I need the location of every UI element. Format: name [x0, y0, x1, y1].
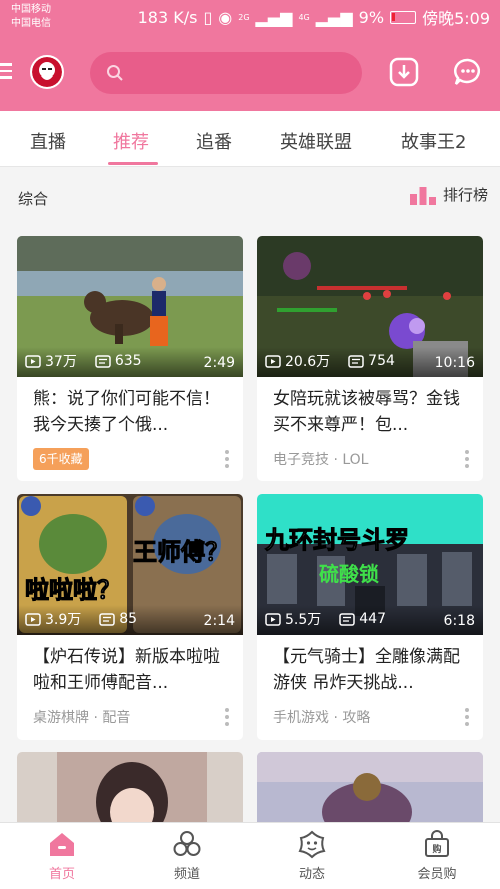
nav-channel[interactable]: 频道: [147, 829, 227, 882]
tab-story-king[interactable]: 故事王2: [401, 128, 466, 154]
video-thumbnail: [257, 752, 483, 832]
video-thumbnail: 20.6万 754 10:16: [257, 236, 483, 377]
favorites-badge: 6千收藏: [33, 448, 89, 470]
video-title: 熊：说了你们可能不信！我今天揍了个俄...: [33, 389, 220, 435]
danmaku-icon: [99, 612, 116, 626]
net-type-2: 4G: [298, 12, 310, 22]
battery-percent: 9%: [358, 7, 385, 27]
danmaku-count: 635: [114, 353, 142, 369]
video-stats: 20.6万 754: [265, 351, 395, 371]
video-card[interactable]: [257, 752, 483, 832]
status-bar-right: 183 K/s ▯ ◉ 2G ▂▄▆ 4G ▂▄▆ 9% 傍晚5:09: [138, 0, 490, 34]
ranking-label: 排行榜: [442, 186, 488, 204]
message-icon[interactable]: [452, 56, 484, 88]
danmaku-icon: [348, 354, 364, 368]
more-options-icon[interactable]: [465, 450, 469, 468]
video-stats: 5.5万 447: [265, 609, 386, 629]
more-options-icon[interactable]: [225, 450, 229, 468]
video-stats: 3.9万 85: [25, 609, 137, 629]
net-type-1: 2G: [238, 12, 250, 22]
video-duration: 6:18: [443, 613, 475, 629]
nav-channel-label: 频道: [173, 867, 200, 882]
shop-icon: 购: [425, 830, 449, 857]
video-category: 电子竞技 · LOL: [273, 452, 369, 468]
ranking-button[interactable]: 排行榜: [409, 184, 488, 205]
play-count-icon: [25, 612, 41, 626]
view-count: 5.5万: [285, 612, 322, 628]
carrier-1: 中国移动: [11, 4, 51, 15]
thumbnail-caption: 王师傅？: [133, 538, 230, 567]
danmaku-count: 85: [119, 611, 138, 627]
more-options-icon[interactable]: [225, 708, 229, 726]
video-duration: 2:14: [203, 613, 235, 629]
video-thumbnail: 37万 635 2:49: [17, 236, 243, 377]
section-title: 综合: [18, 190, 49, 208]
svg-text:购: 购: [432, 843, 441, 855]
status-bar: 中国移动 中国电信 183 K/s ▯ ◉ 2G ▂▄▆ 4G ▂▄▆ 9% 傍…: [0, 0, 500, 34]
video-card[interactable]: 37万 635 2:49 熊：说了你们可能不信！我今天揍了个俄... 6千收藏: [17, 236, 243, 481]
clock: 傍晚5:09: [422, 9, 490, 28]
download-icon[interactable]: [388, 56, 420, 88]
more-options-icon[interactable]: [465, 708, 469, 726]
nav-shop-label: 会员购: [417, 867, 457, 882]
tab-lol[interactable]: 英雄联盟: [280, 128, 352, 154]
nav-home[interactable]: 首页: [22, 829, 102, 882]
tab-recommend[interactable]: 推荐: [113, 128, 149, 154]
network-speed: 183 K/s: [137, 7, 198, 27]
video-duration: 2:49: [203, 355, 235, 371]
video-title: 【元气骑士】全雕像满配游侠 吊炸天挑战...: [273, 647, 460, 693]
view-count: 37万: [45, 354, 77, 370]
video-thumbnail: 九环封号斗罗 硫酸锁 5.5万 447 6:18: [257, 494, 483, 635]
battery-icon: [390, 10, 417, 24]
nav-dynamic[interactable]: 动态: [272, 829, 352, 882]
eye-icon: ◉: [218, 7, 233, 27]
nav-dynamic-label: 动态: [298, 867, 325, 882]
danmaku-count: 754: [368, 353, 395, 369]
tab-live[interactable]: 直播: [30, 128, 66, 154]
video-card[interactable]: 20.6万 754 10:16 女陪玩就该被辱骂？金钱买不来尊严！包... 电子…: [257, 236, 483, 481]
view-count: 20.6万: [285, 354, 331, 370]
danmaku-icon: [339, 612, 356, 626]
home-icon: [50, 833, 74, 856]
bottom-navigation: 首页 频道 动态 购 会员购: [0, 822, 500, 889]
video-category: 桌游棋牌 · 配音: [33, 710, 131, 726]
video-stats: 37万 635: [25, 351, 142, 371]
vibrate-icon: ▯: [203, 7, 213, 27]
play-count-icon: [25, 354, 41, 368]
search-input[interactable]: [90, 52, 362, 94]
video-card[interactable]: 九环封号斗罗 硫酸锁 5.5万 447 6:18 【元气骑士】全雕像满配游侠 吊…: [257, 494, 483, 740]
menu-icon[interactable]: [0, 63, 12, 79]
app-bar: [0, 34, 500, 111]
ranking-icon: [409, 186, 436, 205]
signal-icon: ▂▄▆: [255, 7, 293, 27]
danmaku-count: 447: [359, 611, 386, 627]
thumbnail-caption: 硫酸锁: [319, 562, 379, 586]
video-category: 手机游戏 · 攻略: [273, 710, 371, 726]
tab-bangumi[interactable]: 追番: [196, 128, 232, 154]
avatar[interactable]: [30, 55, 64, 89]
nav-home-label: 首页: [48, 867, 75, 882]
carrier-2: 中国电信: [11, 18, 51, 29]
video-title: 【炉石传说】新版本啦啦啦和王师傅配音...: [33, 647, 220, 693]
view-count: 3.9万: [45, 612, 82, 628]
play-count-icon: [265, 354, 281, 368]
dynamic-icon: [298, 830, 326, 859]
active-tab-indicator: [108, 162, 158, 165]
danmaku-icon: [95, 354, 111, 368]
video-card[interactable]: 啦啦啦？ 王师傅？ 3.9万 85 2:14 【炉石传说】新版本啦啦啦和王师傅配…: [17, 494, 243, 740]
search-icon: [107, 65, 123, 81]
video-duration: 10:16: [434, 355, 475, 371]
thumbnail-caption: 啦啦啦？: [25, 576, 122, 605]
video-thumbnail: [17, 752, 243, 832]
nav-shop[interactable]: 购 会员购: [397, 829, 477, 882]
play-count-icon: [265, 612, 281, 626]
video-title: 女陪玩就该被辱骂？金钱买不来尊严！包...: [273, 389, 460, 435]
channel-icon: [173, 831, 201, 856]
category-tabs: 直播 推荐 追番 英雄联盟 故事王2: [0, 111, 500, 167]
video-card[interactable]: [17, 752, 243, 832]
video-thumbnail: 啦啦啦？ 王师傅？ 3.9万 85 2:14: [17, 494, 243, 635]
signal-icon-2: ▂▄▆: [315, 7, 353, 27]
thumbnail-caption: 九环封号斗罗: [265, 526, 410, 555]
